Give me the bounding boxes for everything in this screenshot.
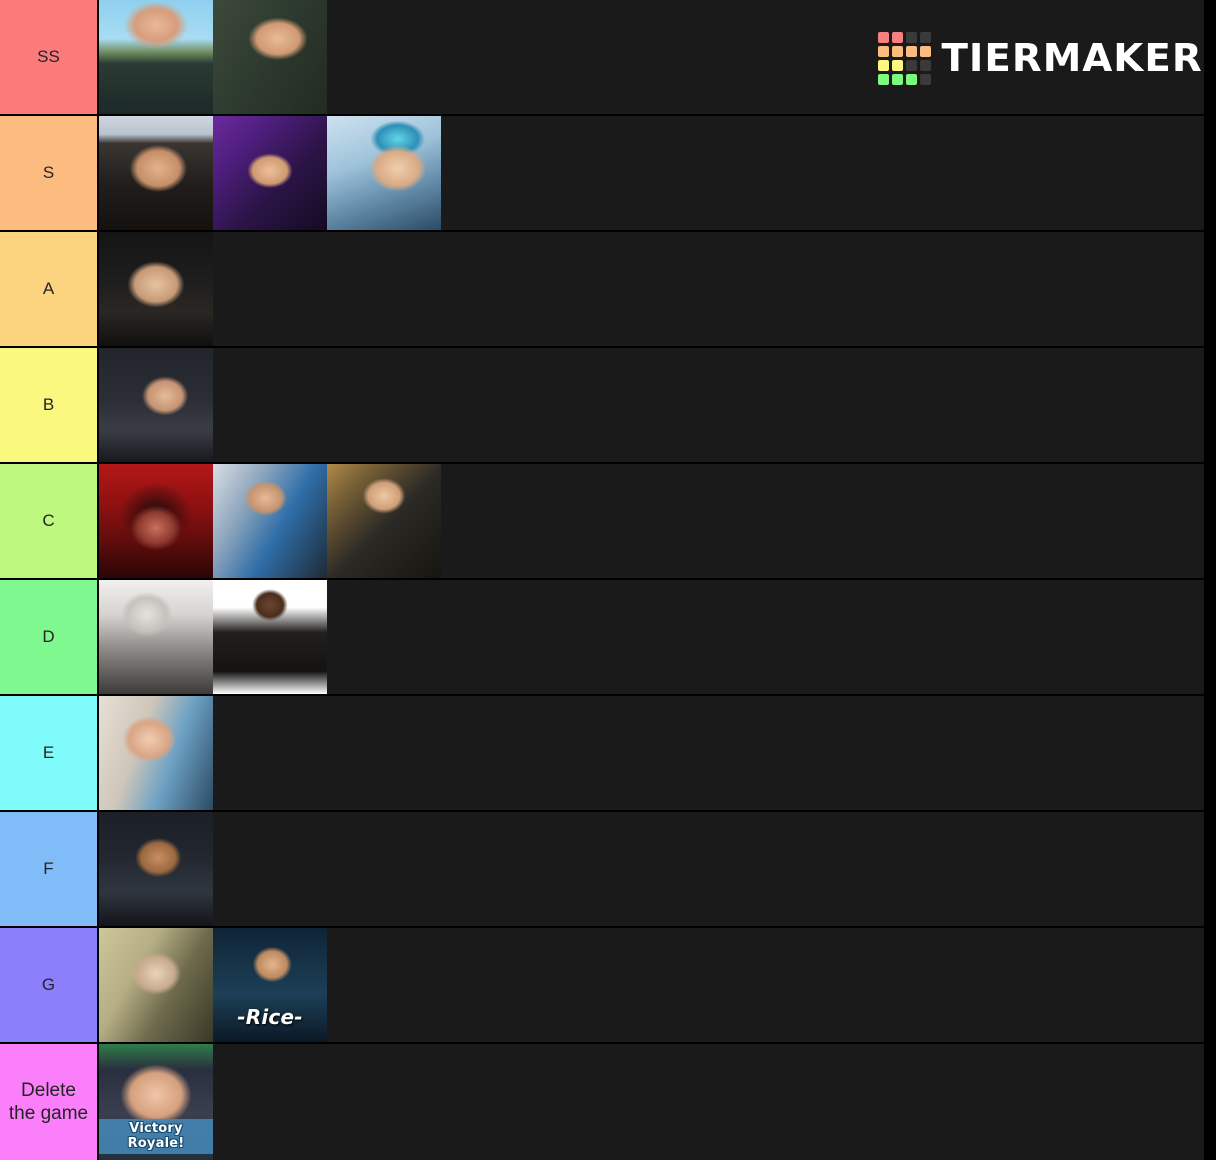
tier-item-timthetatman[interactable] bbox=[213, 116, 327, 230]
tier-label-a[interactable]: A bbox=[0, 232, 99, 346]
tier-item-image bbox=[99, 348, 213, 462]
tier-label-f[interactable]: F bbox=[0, 812, 99, 926]
tier-label-delete-the-game[interactable]: Delete the game bbox=[0, 1044, 99, 1160]
tier-item-drdisrespect[interactable] bbox=[99, 464, 213, 578]
tier-row[interactable]: SS bbox=[0, 0, 1216, 116]
tier-label-c[interactable]: C bbox=[0, 464, 99, 578]
tier-row[interactable]: E bbox=[0, 696, 1216, 812]
tier-item-jelly[interactable] bbox=[99, 928, 213, 1042]
tier-item-image bbox=[213, 116, 327, 230]
tier-items[interactable] bbox=[99, 232, 1216, 346]
tier-item-image bbox=[99, 116, 213, 230]
tier-label-b[interactable]: B bbox=[0, 348, 99, 462]
tier-label-ss[interactable]: SS bbox=[0, 0, 99, 114]
tier-item-image bbox=[99, 232, 213, 346]
tier-item-image bbox=[99, 0, 213, 114]
tier-label-e[interactable]: E bbox=[0, 696, 99, 810]
tier-item-pokimane[interactable] bbox=[99, 580, 213, 694]
tier-item-image bbox=[327, 116, 441, 230]
tier-item-ricegum[interactable]: -Rice- bbox=[213, 928, 327, 1042]
tier-item-image bbox=[99, 928, 213, 1042]
tier-item-lachlan[interactable] bbox=[327, 464, 441, 578]
tier-item-shroud[interactable] bbox=[99, 348, 213, 462]
tier-label-d[interactable]: D bbox=[0, 580, 99, 694]
tier-items[interactable] bbox=[99, 696, 1216, 810]
tier-item-nickmercs[interactable] bbox=[99, 116, 213, 230]
tier-item-caption: Victory Royale! bbox=[99, 1119, 213, 1154]
tier-item-ksi[interactable] bbox=[213, 580, 327, 694]
tier-items[interactable] bbox=[99, 348, 1216, 462]
tier-items[interactable]: Victory Royale! bbox=[99, 1044, 1216, 1160]
tier-item-tfue[interactable] bbox=[99, 0, 213, 114]
tier-item-image bbox=[99, 464, 213, 578]
tier-row[interactable]: G -Rice- bbox=[0, 928, 1216, 1044]
tier-items[interactable] bbox=[99, 0, 1216, 114]
tier-item-myth[interactable] bbox=[99, 812, 213, 926]
tier-row[interactable]: B bbox=[0, 348, 1216, 464]
tier-item-markiplier[interactable] bbox=[213, 464, 327, 578]
tier-items[interactable] bbox=[99, 812, 1216, 926]
tier-items[interactable] bbox=[99, 116, 1216, 230]
tier-item-image bbox=[99, 696, 213, 810]
tier-label-s[interactable]: S bbox=[0, 116, 99, 230]
tier-item-image bbox=[327, 464, 441, 578]
tier-item-image bbox=[213, 464, 327, 578]
tier-item-ninja[interactable] bbox=[327, 116, 441, 230]
tier-items[interactable] bbox=[99, 464, 1216, 578]
tier-item-image bbox=[213, 0, 327, 114]
tier-row[interactable]: S bbox=[0, 116, 1216, 232]
tier-item-morgz[interactable] bbox=[99, 696, 213, 810]
tier-items[interactable]: -Rice- bbox=[99, 928, 1216, 1042]
tier-item-image bbox=[99, 580, 213, 694]
tier-item-caption: -Rice- bbox=[237, 1005, 303, 1029]
tier-row[interactable]: C bbox=[0, 464, 1216, 580]
tier-item-image bbox=[213, 580, 327, 694]
tier-item-image bbox=[99, 812, 213, 926]
tier-row[interactable]: A bbox=[0, 232, 1216, 348]
tier-list-container: SS S A B C D E F G -Rice- Delete the game Victory R… bbox=[0, 0, 1216, 1160]
tier-item-cloakzy[interactable] bbox=[213, 0, 327, 114]
tier-row[interactable]: D bbox=[0, 580, 1216, 696]
tier-items[interactable] bbox=[99, 580, 1216, 694]
tier-item-ali-a[interactable]: Victory Royale! bbox=[99, 1044, 213, 1160]
tier-row[interactable]: F bbox=[0, 812, 1216, 928]
tier-label-g[interactable]: G bbox=[0, 928, 99, 1042]
tier-item-lirik[interactable] bbox=[99, 232, 213, 346]
tier-row[interactable]: Delete the game Victory Royale! bbox=[0, 1044, 1216, 1160]
